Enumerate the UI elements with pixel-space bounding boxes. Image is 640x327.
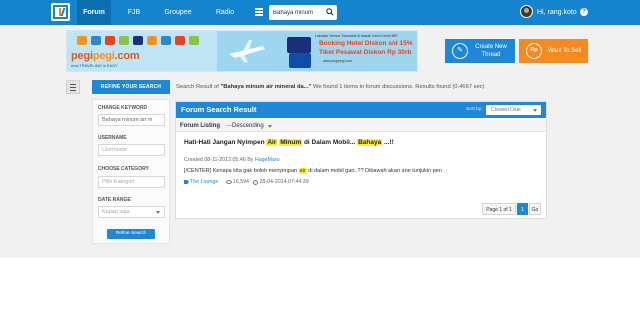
listing-order-select[interactable]: Descending xyxy=(232,120,264,132)
ad-banner[interactable]: pegipegi.com now TRAVELING is EASY Lakuk… xyxy=(66,30,418,72)
username-label: USERNAME xyxy=(98,135,127,141)
nav-forum[interactable]: Forum xyxy=(77,0,111,25)
want-to-sell-label: Want To Sell xyxy=(547,48,582,54)
banner-promo-hotel: Booking Hotel Diskon s/d 15% xyxy=(319,40,413,47)
banner-promo-line: Lakukan Semua Transaksi di bawah Kartu K… xyxy=(315,34,398,38)
date-range-label: DATE RANGE xyxy=(98,197,131,203)
nav-fjb[interactable]: FJB xyxy=(120,0,148,25)
banner-brand-area: pegipegi.com now TRAVELING is EASY xyxy=(67,31,217,71)
help-icon[interactable]: ? xyxy=(580,8,588,16)
date-range-select[interactable]: Kapan saja xyxy=(98,206,165,218)
create-thread-label: Create New Thread xyxy=(475,44,507,58)
listing-bar: Forum Listing — Descending xyxy=(176,120,546,132)
sort-by-label: Sort by: xyxy=(466,107,483,112)
forum-listing-label: Forum Listing xyxy=(180,123,220,129)
result-created-meta: Created 08-11-2013 05:46 By HageMaru xyxy=(184,157,280,163)
chevron-down-icon[interactable] xyxy=(268,125,272,128)
banner-travel-icons xyxy=(77,34,207,48)
search-input[interactable] xyxy=(273,7,323,18)
sort-select[interactable]: Created Date xyxy=(486,105,541,115)
search-summary: Search Result of "Bahaya minum air miner… xyxy=(176,84,485,90)
panel-header: Forum Search Result Sort by: Created Dat… xyxy=(176,102,546,118)
nav-groupee[interactable]: Groupee xyxy=(158,0,198,25)
top-navbar: Forum FJB Groupee Radio Hi, rang.koto ? xyxy=(0,0,640,25)
username-field[interactable]: Username xyxy=(98,144,165,156)
banner-tagline: now TRAVELING is EASY xyxy=(71,63,118,68)
nav-radio[interactable]: Radio xyxy=(210,0,240,25)
category-label: CHOOSE CATEGORY xyxy=(98,166,149,172)
chevron-down-icon xyxy=(156,211,160,214)
tag-icon xyxy=(184,180,189,184)
logo-icon xyxy=(53,5,68,19)
create-thread-button[interactable]: ✎ Create New Thread xyxy=(445,39,515,63)
eye-icon xyxy=(225,180,232,184)
page-go-button[interactable]: Go xyxy=(529,203,541,215)
banner-promo-flight: Tiket Pesawat Diskon Rp 30rb xyxy=(319,49,412,56)
panel-title: Forum Search Result xyxy=(181,105,257,114)
list-menu-icon[interactable] xyxy=(253,6,265,18)
refine-search-button[interactable]: Refine Search xyxy=(107,229,155,239)
result-snippet: [/CENTER] Kenapa kita gak boleh menyimpa… xyxy=(184,168,442,174)
banner-brand: pegipegi.com xyxy=(71,50,140,62)
pencil-icon: ✎ xyxy=(452,43,468,59)
rupiah-icon: Rp xyxy=(526,43,542,59)
clock-icon xyxy=(253,179,259,185)
result-thread-title[interactable]: Hati-Hati Jangan Nyimpen Air Minum di Da… xyxy=(184,138,414,147)
search-icon[interactable] xyxy=(326,8,334,16)
refine-search-tab[interactable]: REFINE YOUR SEARCH xyxy=(92,80,170,94)
view-count: 16,594 xyxy=(232,179,249,185)
chevron-down-icon xyxy=(533,109,537,112)
sidebar-toggle-icon[interactable] xyxy=(66,80,80,94)
search-result-panel: Forum Search Result Sort by: Created Dat… xyxy=(175,101,547,219)
search-box xyxy=(269,5,337,20)
page-info: Page 1 of 1 xyxy=(482,203,516,215)
author-link[interactable]: HageMaru xyxy=(255,157,280,163)
avatar[interactable] xyxy=(520,5,533,18)
credit-card-icon xyxy=(289,53,311,68)
result-stats: The Lounge 16,594 28-04-2014 07:44:39 xyxy=(184,179,309,185)
user-greeting[interactable]: Hi, rang.koto xyxy=(537,0,577,25)
category-select[interactable]: Pilih Kategori xyxy=(98,176,165,188)
plane-illustration-icon xyxy=(229,40,265,63)
banner-promo-url: www.pegipegi.com xyxy=(323,59,353,63)
keyword-label: CHANGE KEYWORD xyxy=(98,105,148,111)
category-link[interactable]: The Lounge xyxy=(190,179,218,185)
last-post-time: 28-04-2014 07:44:39 xyxy=(259,179,309,185)
refine-sidebar: CHANGE KEYWORD Bahaya minum air m USERNA… xyxy=(92,99,170,244)
page-button-current[interactable]: 1 xyxy=(517,203,528,215)
keyword-field[interactable]: Bahaya minum air m xyxy=(98,114,165,126)
kaskus-logo[interactable] xyxy=(51,3,70,21)
want-to-sell-button[interactable]: Rp Want To Sell xyxy=(519,39,588,63)
credit-card-icon xyxy=(287,37,311,53)
